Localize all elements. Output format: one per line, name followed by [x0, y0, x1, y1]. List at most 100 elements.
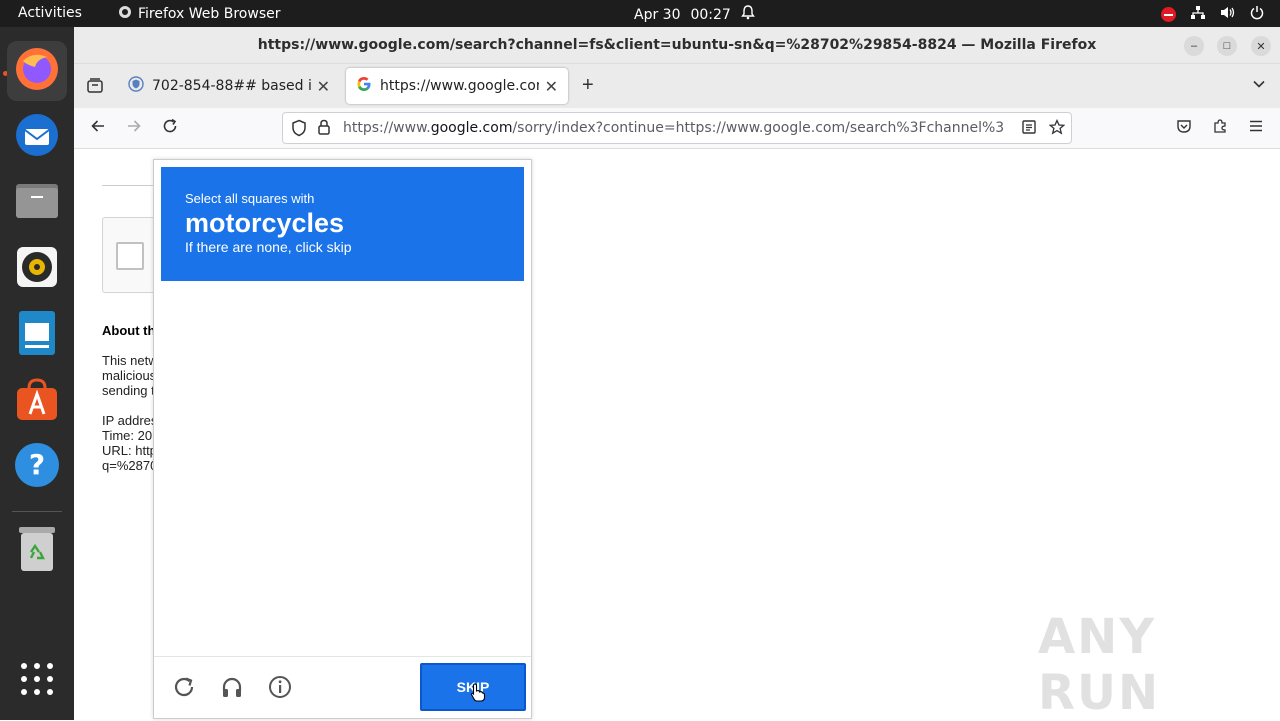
files-icon: [14, 178, 60, 229]
info-icon[interactable]: [266, 673, 294, 701]
shield-favicon-icon: [128, 76, 144, 96]
page-text-line: sending t: [102, 383, 155, 398]
activities-button[interactable]: Activities: [18, 5, 82, 21]
thunderbird-icon: [13, 111, 61, 164]
image-tile[interactable]: [343, 378, 432, 467]
system-tray[interactable]: [1161, 5, 1264, 24]
recording-indicator-icon: [1161, 7, 1176, 22]
dock-app-center[interactable]: [7, 371, 67, 431]
svg-text:?: ?: [29, 448, 45, 481]
tab-label: https://www.google.com: [380, 78, 539, 94]
power-icon: [1250, 5, 1264, 24]
image-tile[interactable]: [252, 469, 341, 558]
url-line: URL: http: [102, 443, 157, 458]
dock: ?: [0, 27, 74, 720]
app-center-icon: [14, 376, 60, 427]
image-tile[interactable]: [252, 560, 341, 649]
dock-files[interactable]: [7, 173, 67, 233]
tab-google[interactable]: https://www.google.com ✕: [346, 68, 568, 104]
image-tile[interactable]: [343, 469, 432, 558]
clock-time: 00:27: [690, 6, 731, 23]
tab-phone-lookup[interactable]: 702-854-88## based in L... ✕: [118, 68, 340, 104]
bell-icon: [740, 5, 755, 24]
firefox-small-icon: [118, 5, 132, 23]
new-tab-icon[interactable]: +: [582, 74, 594, 97]
image-tile[interactable]: [161, 287, 250, 376]
forward-arrow-icon[interactable]: [126, 118, 142, 139]
challenge-target: motorcycles: [185, 208, 345, 238]
hamburger-menu-icon[interactable]: [1248, 118, 1264, 139]
tracking-shield-icon[interactable]: [291, 119, 307, 142]
dock-thunderbird[interactable]: [7, 107, 67, 167]
app-name: Firefox Web Browser: [138, 6, 281, 22]
clock[interactable]: Apr 30 00:27: [634, 5, 755, 24]
image-tile[interactable]: [252, 287, 341, 376]
mouse-cursor-icon: [470, 682, 486, 707]
page-text-line: malicious: [102, 368, 157, 383]
dock-firefox[interactable]: [7, 41, 67, 101]
anyrun-watermark-logo: ANY RUN: [1038, 609, 1161, 721]
back-arrow-icon[interactable]: [90, 118, 106, 139]
dock-writer[interactable]: [7, 305, 67, 365]
google-favicon-icon: [356, 76, 372, 96]
app-menu[interactable]: Firefox Web Browser: [118, 5, 281, 23]
challenge-hint: If there are none, click skip: [185, 239, 352, 255]
image-tile[interactable]: [434, 378, 523, 467]
firefox-view-icon[interactable]: [86, 76, 104, 99]
image-tile[interactable]: [161, 469, 250, 558]
page-text-line: This netw: [102, 353, 158, 368]
system-top-bar: Activities Firefox Web Browser Apr 30 00…: [0, 0, 1280, 27]
recaptcha-challenge: Select all squares with motorcycles If t…: [153, 159, 532, 719]
reload-icon[interactable]: [162, 118, 178, 139]
trash-icon: [17, 525, 57, 578]
url-text[interactable]: https://www.google.com/sorry/index?conti…: [343, 120, 1013, 136]
image-tile[interactable]: [343, 560, 432, 649]
close-window-button[interactable]: ✕: [1251, 36, 1271, 56]
challenge-instruction: Select all squares with: [185, 191, 315, 206]
image-tile[interactable]: [161, 560, 250, 649]
navigation-bar: https://www.google.com/sorry/index?conti…: [74, 108, 1280, 149]
image-tile[interactable]: [434, 287, 523, 376]
image-tile[interactable]: [343, 287, 432, 376]
reader-view-icon[interactable]: [1021, 119, 1037, 140]
maximize-button[interactable]: □: [1217, 36, 1237, 56]
ip-address-line: IP addres: [102, 413, 158, 428]
volume-icon: [1220, 5, 1236, 24]
rhythmbox-icon: [15, 245, 59, 294]
bookmark-star-icon[interactable]: [1048, 118, 1066, 140]
window-title-bar: https://www.google.com/search?channel=fs…: [74, 27, 1280, 64]
close-tab-icon[interactable]: ✕: [545, 77, 558, 96]
dock-help[interactable]: ?: [7, 437, 67, 497]
help-icon: ?: [13, 441, 61, 494]
url-line-continued: q=%2870: [102, 458, 158, 473]
url-domain: google.com: [430, 120, 513, 136]
extensions-icon[interactable]: [1212, 118, 1228, 139]
tab-label: 702-854-88## based in L...: [152, 78, 311, 94]
page-content: About th This netw malicious sending t I…: [74, 149, 1280, 721]
dock-trash[interactable]: [7, 521, 67, 581]
list-all-tabs-icon[interactable]: [1252, 76, 1266, 96]
dock-separator: [12, 511, 62, 512]
recaptcha-checkbox[interactable]: [116, 242, 144, 270]
tab-strip: 702-854-88## based in L... ✕ https://www…: [74, 64, 1280, 108]
clock-date: Apr 30: [634, 6, 681, 23]
image-tile-grid: [161, 287, 523, 649]
image-tile[interactable]: [252, 378, 341, 467]
firefox-icon: [13, 45, 61, 98]
reload-challenge-icon[interactable]: [170, 673, 198, 701]
lock-icon[interactable]: [317, 119, 331, 140]
minimize-button[interactable]: –: [1184, 36, 1204, 56]
address-bar[interactable]: https://www.google.com/sorry/index?conti…: [282, 112, 1072, 144]
network-icon: [1190, 5, 1206, 24]
pocket-icon[interactable]: [1176, 118, 1192, 139]
dock-show-apps[interactable]: [7, 651, 67, 711]
window-title: https://www.google.com/search?channel=fs…: [257, 37, 1097, 53]
challenge-header: Select all squares with motorcycles If t…: [161, 167, 524, 281]
dock-rhythmbox[interactable]: [7, 239, 67, 299]
image-tile[interactable]: [434, 469, 523, 558]
image-tile[interactable]: [161, 378, 250, 467]
close-tab-icon[interactable]: ✕: [317, 77, 330, 96]
headphones-icon[interactable]: [218, 673, 246, 701]
image-tile[interactable]: [434, 560, 523, 649]
app-grid-icon: [20, 662, 54, 701]
